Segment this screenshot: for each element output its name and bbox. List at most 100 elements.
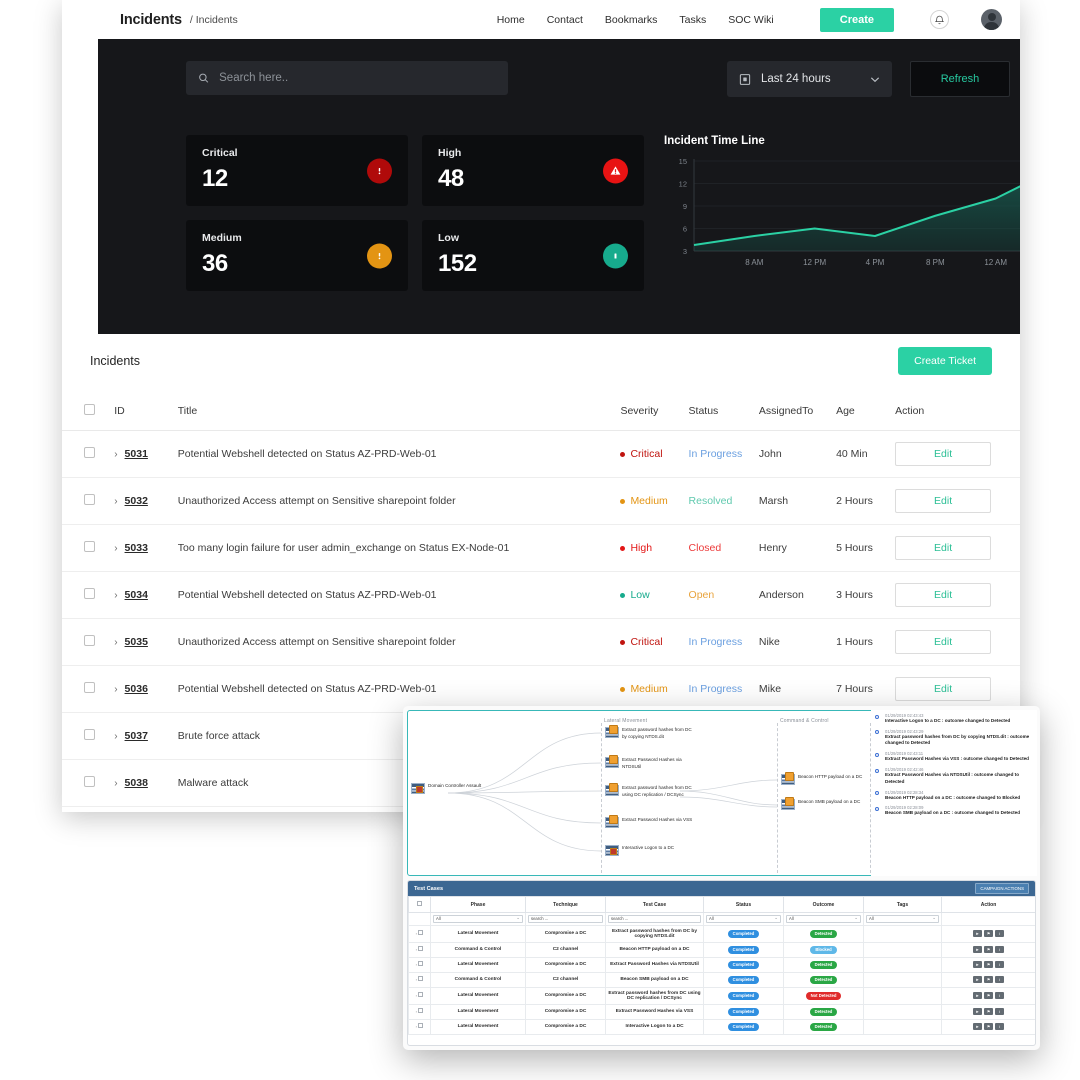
column-header-id[interactable]: ID (114, 396, 178, 431)
graph-node-lateral-4[interactable]: Extract Password Hashes via VSS (605, 815, 692, 828)
test-case-row[interactable]: › Lateral Movement Compromise a DC Extra… (408, 986, 1035, 1005)
row-id-cell[interactable]: › 5035 (114, 618, 178, 666)
column-header-title[interactable]: Title (177, 396, 621, 431)
edit-button[interactable]: Edit (895, 677, 992, 701)
play-icon[interactable]: ► (973, 930, 982, 937)
tc-filter-test-case-cell[interactable]: search ... (605, 912, 704, 926)
tc-row-select[interactable]: › (408, 1018, 431, 1035)
tc-select-all-header[interactable] (408, 896, 431, 913)
incident-id-link[interactable]: 5036 (125, 683, 148, 695)
tc-row-select[interactable]: › (408, 971, 431, 988)
tag-icon[interactable]: ⚑ (984, 1008, 993, 1015)
tc-row-select[interactable]: › (408, 941, 431, 958)
nav-link-contact[interactable]: Contact (547, 14, 583, 26)
stat-card-medium[interactable]: Medium 36 (186, 220, 408, 291)
info-icon[interactable]: i (995, 992, 1004, 999)
stat-card-low[interactable]: Low 152 (422, 220, 644, 291)
timeline-item[interactable]: 01/29/2019 02:43:11 Extract Password Has… (874, 751, 1035, 762)
tag-icon[interactable]: ⚑ (984, 1023, 993, 1030)
tc-row-select[interactable]: › (408, 1003, 431, 1020)
tc-column-outcome[interactable]: Outcome (783, 896, 864, 913)
edit-button[interactable]: Edit (895, 583, 992, 607)
tc-column-tags[interactable]: Tags (863, 896, 942, 913)
graph-node-c2-1[interactable]: Beacon HTTP payload on a DC (781, 772, 862, 785)
chevron-right-icon[interactable]: › (114, 637, 117, 648)
tag-icon[interactable]: ⚑ (984, 961, 993, 968)
tc-actions[interactable]: ► ⚑ i (941, 1018, 1035, 1035)
row-id-cell[interactable]: › 5031 (114, 430, 178, 478)
tc-row-checkbox[interactable] (418, 946, 424, 951)
info-icon[interactable]: i (995, 930, 1004, 937)
tc-row-expand-icon[interactable]: › (416, 1024, 417, 1029)
tc-filter-status[interactable]: All (706, 915, 781, 923)
tc-column-action[interactable]: Action (941, 896, 1035, 913)
play-icon[interactable]: ► (973, 946, 982, 953)
row-select-cell[interactable] (62, 524, 115, 572)
row-checkbox[interactable] (84, 588, 95, 599)
nav-link-home[interactable]: Home (497, 14, 525, 26)
incident-id-link[interactable]: 5037 (125, 730, 148, 742)
bell-icon[interactable] (930, 10, 949, 29)
incident-id-link[interactable]: 5032 (125, 495, 148, 507)
tc-row-checkbox[interactable] (418, 1023, 424, 1028)
test-case-row[interactable]: › Lateral Movement Compromise a DC Extra… (408, 956, 1035, 973)
chevron-right-icon[interactable]: › (114, 496, 117, 507)
tc-row-checkbox[interactable] (418, 976, 424, 981)
tc-row-select[interactable]: › (408, 924, 431, 943)
nav-link-tasks[interactable]: Tasks (679, 14, 706, 26)
tc-row-expand-icon[interactable]: › (416, 947, 417, 952)
tc-column-technique[interactable]: Technique (525, 896, 606, 913)
tc-select-all-checkbox[interactable] (417, 901, 422, 906)
tc-actions[interactable]: ► ⚑ i (941, 956, 1035, 973)
row-select-cell[interactable] (62, 618, 115, 666)
tag-icon[interactable]: ⚑ (984, 976, 993, 983)
row-checkbox[interactable] (84, 776, 95, 787)
tc-filter-technique[interactable]: search ... (528, 915, 603, 923)
tc-actions[interactable]: ► ⚑ i (941, 924, 1035, 943)
chevron-right-icon[interactable]: › (114, 778, 117, 789)
table-row[interactable]: › 5035 Unauthorized Access attempt on Sen… (62, 618, 1020, 666)
event-timeline[interactable]: 01/29/2019 02:43:43 Interactive Logon to… (871, 710, 1037, 876)
select-all-header[interactable] (62, 396, 115, 431)
test-case-row[interactable]: › Command & Control C2 channel Beacon HT… (408, 941, 1035, 958)
row-checkbox[interactable] (84, 635, 95, 646)
row-select-cell[interactable] (62, 571, 115, 619)
refresh-button[interactable]: Refresh (910, 61, 1010, 97)
column-header-age[interactable]: Age (836, 396, 896, 431)
chevron-right-icon[interactable]: › (114, 543, 117, 554)
incident-id-link[interactable]: 5033 (125, 542, 148, 554)
row-select-cell[interactable] (62, 806, 115, 812)
row-checkbox[interactable] (84, 541, 95, 552)
row-select-cell[interactable] (62, 665, 115, 713)
graph-node-lateral-2[interactable]: Extract Password Hashes via NTDSUtil (605, 755, 696, 770)
row-select-cell[interactable] (62, 430, 115, 478)
create-button[interactable]: Create (819, 7, 894, 32)
tc-row-expand-icon[interactable]: › (416, 931, 417, 936)
row-select-cell[interactable] (62, 759, 115, 807)
table-row[interactable]: › 5031 Potential Webshell detected on Sta… (62, 430, 1020, 478)
test-case-row[interactable]: › Command & Control C2 channel Beacon SM… (408, 971, 1035, 988)
tag-icon[interactable]: ⚑ (984, 930, 993, 937)
search-input[interactable] (219, 72, 496, 84)
tc-row-select[interactable]: › (408, 986, 431, 1005)
tag-icon[interactable]: ⚑ (984, 992, 993, 999)
row-action[interactable]: Edit (895, 524, 1020, 572)
chevron-right-icon[interactable]: › (114, 449, 117, 460)
nav-link-bookmarks[interactable]: Bookmarks (605, 14, 658, 26)
tc-filter-outcome-cell[interactable]: All (783, 912, 864, 926)
campaign-actions-button[interactable]: CAMPAIGN ACTIONS (975, 883, 1029, 894)
tc-column-phase[interactable]: Phase (430, 896, 526, 913)
row-id-cell[interactable]: › 5033 (114, 524, 178, 572)
test-case-row[interactable]: › Lateral Movement Compromise a DC Inter… (408, 1018, 1035, 1035)
tc-row-checkbox[interactable] (418, 930, 424, 935)
table-row[interactable]: › 5033 Too many login failure for user ad… (62, 524, 1020, 572)
tc-column-test-case[interactable]: Test Case (605, 896, 704, 913)
column-header-severity[interactable]: Severity (620, 396, 689, 431)
row-action[interactable]: Edit (895, 618, 1020, 666)
play-icon[interactable]: ► (973, 961, 982, 968)
graph-node-c2-2[interactable]: Beacon SMB payload on a DC (781, 797, 860, 810)
tc-row-expand-icon[interactable]: › (416, 962, 417, 967)
row-id-cell[interactable]: › 5032 (114, 477, 178, 525)
avatar[interactable] (981, 9, 1002, 30)
graph-node-lateral-3[interactable]: Extract password hashes from DC using DC… (605, 783, 696, 798)
